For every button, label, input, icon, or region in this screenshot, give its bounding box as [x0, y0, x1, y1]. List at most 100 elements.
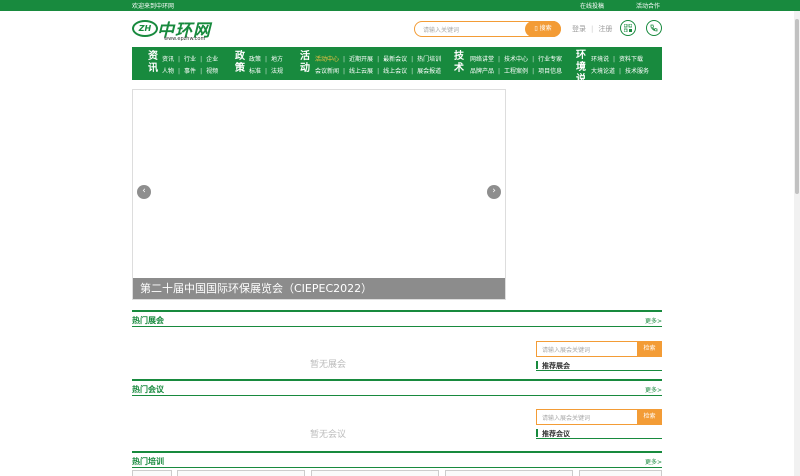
nav-item[interactable]: 品牌产品	[470, 68, 494, 75]
nav-group-title[interactable]: 资讯	[146, 51, 160, 75]
section-meeting: 热门会议 更多> 暂无会议 请输入展会关键词 检索 推荐会议	[132, 379, 662, 449]
page: 欢迎来到中环网 在线投稿 活动合作 ZH 中环网 www.epzhw.com 请…	[0, 0, 800, 476]
section-head: 热门培训 更多>	[132, 451, 662, 468]
qrcode-icon[interactable]	[620, 20, 636, 36]
logo-url: www.epzhw.com	[164, 36, 206, 42]
logo-badge: ZH	[132, 20, 158, 37]
meeting-search-input[interactable]: 请输入展会关键词	[542, 413, 590, 422]
recommend-bar	[536, 361, 538, 369]
nav-item[interactable]: 行业	[184, 56, 196, 63]
logo[interactable]: ZH 中环网 www.epzhw.com	[132, 16, 214, 42]
nav-item[interactable]: 环境说	[591, 56, 609, 63]
empty-message: 暂无会议	[310, 430, 347, 440]
login-link[interactable]: 登录	[572, 25, 586, 33]
scrollbar[interactable]	[794, 11, 800, 476]
section-exhibition: 热门展会 更多> 暂无展会 请输入展会关键词 检索 推荐展会	[132, 310, 662, 380]
recommend-label: 推荐展会	[542, 362, 570, 370]
nav-row: 人物 | 事件 | 视频	[162, 68, 219, 75]
register-link[interactable]: 注册	[598, 25, 612, 33]
section-title: 热门会议	[132, 385, 164, 394]
nav-group-title[interactable]: 活动	[298, 51, 312, 75]
submit-link[interactable]: 在线投稿	[580, 3, 604, 10]
top-bar: 欢迎来到中环网 在线投稿 活动合作	[0, 0, 800, 11]
nav-item[interactable]: 项目信息	[538, 68, 562, 75]
nav-row: 标准 | 法规	[249, 68, 284, 75]
nav-item[interactable]: 展会报道	[417, 68, 441, 75]
auth-links: 登录 | 注册	[572, 24, 612, 34]
phone-icon[interactable]	[646, 20, 662, 36]
cooperate-link[interactable]: 活动合作	[636, 3, 660, 10]
nav-item[interactable]: 技术服务	[625, 68, 649, 75]
scrollbar-thumb[interactable]	[795, 19, 799, 194]
nav-row: 大境论道 | 技术服务	[591, 68, 650, 75]
nav-item[interactable]: 线上云展	[349, 68, 373, 75]
banner-carousel[interactable]: ‹ › 第二十届中国国际环保展览会（CIEPEC2022）	[132, 89, 506, 300]
exhibition-search-box[interactable]: 请输入展会关键词 检索	[536, 341, 662, 357]
training-card[interactable]	[132, 470, 172, 476]
training-card[interactable]	[579, 470, 662, 476]
nav-row: 品牌产品 | 工程案例 | 项目信息	[470, 68, 563, 75]
meeting-search-button[interactable]: 检索	[637, 409, 662, 425]
nav-group-title[interactable]: 技术	[452, 51, 466, 75]
more-link[interactable]: 更多>	[645, 385, 662, 394]
exhibition-search-button[interactable]: 检索	[637, 341, 662, 357]
search-button[interactable]: ▯ 搜索	[525, 21, 561, 37]
nav-item[interactable]: 网络讲堂	[470, 56, 494, 63]
nav-item[interactable]: 事件	[184, 68, 196, 75]
training-card[interactable]	[311, 470, 439, 476]
nav-item[interactable]: 标准	[249, 68, 261, 75]
nav-group-title[interactable]: 环境说	[574, 50, 588, 86]
search-input[interactable]: 请输入关键词	[423, 25, 459, 34]
nav-item[interactable]: 企业	[206, 56, 218, 63]
nav-row: 会议新闻 | 线上云展 | 线上会议 | 展会报道	[315, 68, 442, 75]
header: ZH 中环网 www.epzhw.com 请输入关键词 ▯ 搜索 登录 | 注册	[132, 14, 662, 44]
banner-caption[interactable]: 第二十届中国国际环保展览会（CIEPEC2022）	[133, 278, 505, 299]
empty-message: 暂无展会	[310, 360, 347, 370]
qrcode-icon-graphic	[624, 24, 632, 32]
exhibition-search-input[interactable]: 请输入展会关键词	[542, 345, 590, 354]
section-head: 热门展会 更多>	[132, 310, 662, 327]
nav-group-title[interactable]: 政策	[233, 51, 247, 75]
section-title: 热门展会	[132, 316, 164, 325]
carousel-prev-button[interactable]: ‹	[137, 185, 151, 199]
nav-item[interactable]: 工程案例	[504, 68, 528, 75]
nav-item[interactable]: 行业专家	[538, 56, 562, 63]
phone-icon-graphic	[650, 24, 658, 32]
nav-item[interactable]: 人物	[162, 68, 174, 75]
nav-item[interactable]: 大境论道	[591, 68, 615, 75]
nav-item[interactable]: 法规	[271, 68, 283, 75]
recommend-header: 推荐会议	[536, 428, 662, 439]
nav-item[interactable]: 会议新闻	[315, 68, 339, 75]
nav-item[interactable]: 近期开展	[349, 56, 373, 63]
nav-item[interactable]: 最新会议	[383, 56, 407, 63]
nav-row: 环境说 | 资料下载	[591, 56, 644, 63]
training-card[interactable]	[445, 470, 573, 476]
nav-item[interactable]: 技术中心	[504, 56, 528, 63]
search-button-label: 搜索	[539, 25, 552, 32]
nav-item[interactable]: 线上会议	[383, 68, 407, 75]
recommend-bar	[536, 429, 538, 437]
welcome-text: 欢迎来到中环网	[132, 3, 175, 10]
nav-item-active[interactable]: 活动中心	[315, 56, 339, 63]
nav-row: 网络讲堂 | 技术中心 | 行业专家	[470, 56, 563, 63]
nav-item[interactable]: 政策	[249, 56, 261, 63]
meeting-search-box[interactable]: 请输入展会关键词 检索	[536, 409, 662, 425]
auth-separator: |	[591, 25, 594, 33]
nav-item[interactable]: 资讯	[162, 56, 174, 63]
section-title: 热门培训	[132, 457, 164, 466]
nav-row: 资讯 | 行业 | 企业	[162, 56, 219, 63]
more-link[interactable]: 更多>	[645, 457, 662, 466]
carousel-next-button[interactable]: ›	[487, 185, 501, 199]
more-link[interactable]: 更多>	[645, 316, 662, 325]
nav-item[interactable]: 热门培训	[417, 56, 441, 63]
main-nav: 资讯 资讯 | 行业 | 企业 人物 | 事件 | 视频 政策 政策 | 地方 标准 | 法规 活动 活…	[132, 47, 662, 85]
section-head: 热门会议 更多>	[132, 379, 662, 396]
training-card[interactable]	[177, 470, 305, 476]
nav-row: 政策 | 地方	[249, 56, 284, 63]
search-box[interactable]: 请输入关键词 ▯ 搜索	[414, 21, 561, 37]
nav-item[interactable]: 资料下载	[619, 56, 643, 63]
nav-item[interactable]: 地方	[271, 56, 283, 63]
top-links: 在线投稿 活动合作	[550, 1, 660, 10]
nav-row: 活动中心 | 近期开展 | 最新会议 | 热门培训	[315, 56, 442, 63]
nav-item[interactable]: 视频	[206, 68, 218, 75]
